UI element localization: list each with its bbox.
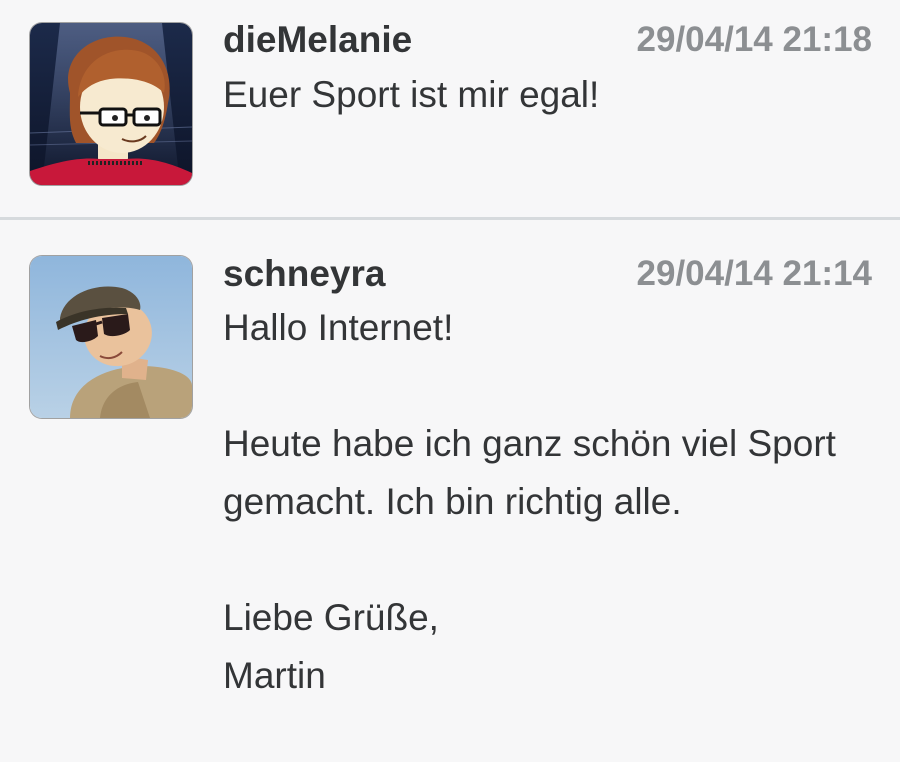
post-username[interactable]: schneyra xyxy=(223,253,386,295)
post-message: Euer Sport ist mir egal! xyxy=(223,74,600,115)
post-timestamp[interactable]: 29/04/14 21:14 xyxy=(637,253,872,295)
feed-post[interactable]: dieMelanie 29/04/14 21:18 Euer Sport ist… xyxy=(0,0,900,218)
user-avatar[interactable] xyxy=(30,256,192,418)
feed-post[interactable]: schneyra 29/04/14 21:14 Hallo Internet! … xyxy=(0,221,900,762)
man-cap-sunglasses-avatar-icon xyxy=(30,256,192,418)
user-avatar[interactable] xyxy=(30,23,192,185)
post-username[interactable]: dieMelanie xyxy=(223,19,412,61)
cartoon-woman-avatar-icon xyxy=(30,23,192,185)
post-divider xyxy=(0,217,900,220)
message-feed: dieMelanie 29/04/14 21:18 Euer Sport ist… xyxy=(0,0,900,762)
post-timestamp[interactable]: 29/04/14 21:18 xyxy=(637,19,872,61)
post-message: Hallo Internet! Heute habe ich ganz schö… xyxy=(223,307,836,696)
